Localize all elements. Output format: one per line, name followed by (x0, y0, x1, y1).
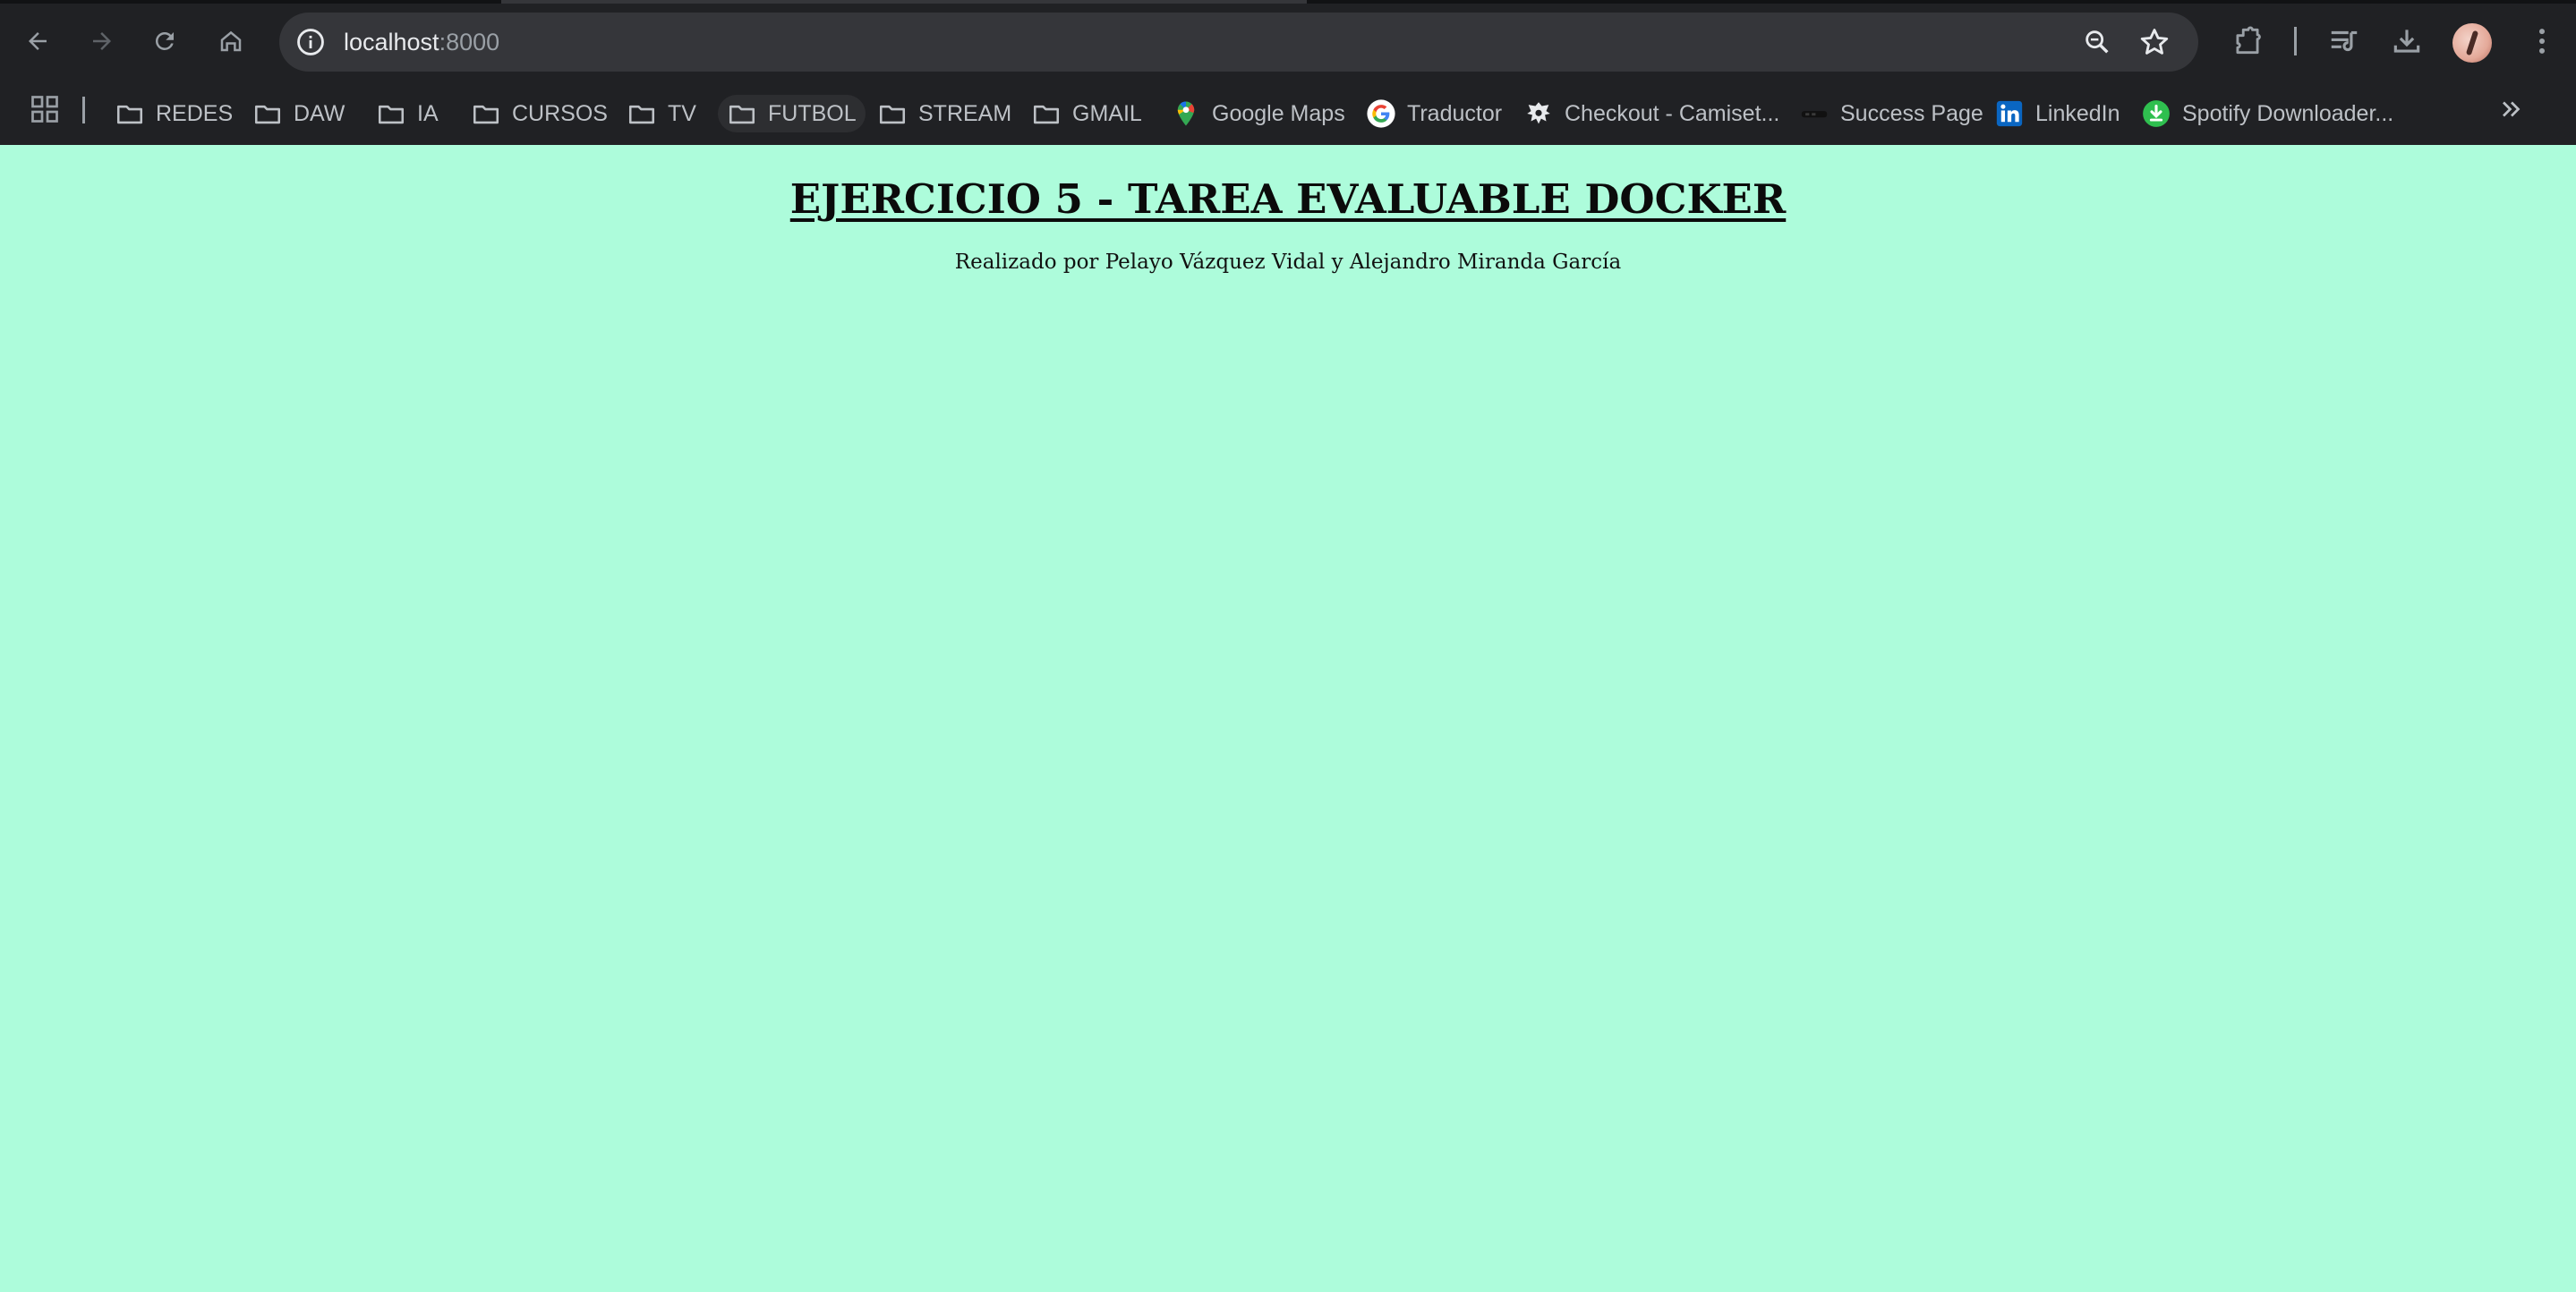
bookmark-spotify-downloader[interactable]: Spotify Downloader... (2141, 95, 2393, 132)
bookmark-label: LinkedIn (2035, 100, 2120, 126)
bookmark-label: Success Page (1840, 100, 1983, 126)
bookmark-success-page[interactable]: Success Page (1799, 95, 1983, 132)
crest-icon (1527, 102, 1550, 124)
active-tab-indicator[interactable] (501, 0, 1307, 4)
reload-button[interactable] (141, 18, 188, 64)
chevron-double-right-icon[interactable] (2495, 93, 2528, 125)
bookmark-folder-futbol[interactable]: FUTBOL (718, 95, 866, 132)
linkedin-icon (1996, 100, 2023, 127)
bookmark-label: Google Maps (1212, 100, 1345, 126)
bookmark-label: Checkout - Camiset... (1565, 100, 1780, 126)
site-logo-icon (1801, 111, 1828, 118)
bookmark-folder-ia[interactable]: IA (376, 95, 439, 132)
home-button[interactable] (208, 18, 254, 64)
bookmark-checkout-camiseta[interactable]: Checkout - Camiset... (1523, 95, 1779, 132)
site-info-icon[interactable] (295, 27, 326, 57)
tab-strip (0, 0, 2576, 4)
folder-icon (116, 105, 143, 124)
bookmark-label: FUTBOL (768, 100, 857, 126)
home-icon (220, 30, 242, 52)
bookmarks-separator (82, 97, 85, 123)
browser-toolbar: localhost:8000 (0, 0, 2576, 82)
bookmark-star-icon[interactable] (2137, 25, 2171, 59)
bookmark-label: REDES (156, 100, 234, 126)
address-bar[interactable]: localhost:8000 (279, 13, 2198, 72)
download-icon[interactable] (2390, 24, 2424, 58)
bookmark-folder-daw[interactable]: DAW (252, 95, 345, 132)
folder-icon (473, 105, 499, 124)
bookmark-label: DAW (294, 100, 345, 126)
bookmark-folder-tv[interactable]: TV (627, 95, 696, 132)
url-port: :8000 (439, 29, 500, 55)
bookmark-label: Traductor (1407, 100, 1503, 126)
bookmark-label: Spotify Downloader... (2182, 100, 2394, 126)
folder-icon (879, 105, 906, 124)
forward-button[interactable] (79, 18, 125, 64)
back-arrow-icon (29, 32, 47, 50)
kebab-menu-icon[interactable] (2524, 23, 2560, 59)
folder-icon (1033, 105, 1060, 124)
bookmark-label: STREAM (918, 100, 1012, 126)
bookmark-traductor[interactable]: Traductor (1366, 95, 1502, 132)
avatar-image (2465, 30, 2479, 56)
folder-icon (254, 105, 281, 124)
forward-arrow-icon (93, 32, 111, 50)
back-button[interactable] (14, 18, 61, 64)
url-text[interactable]: localhost:8000 (344, 29, 499, 55)
zoom-icon[interactable] (2082, 27, 2112, 57)
bookmark-folder-gmail[interactable]: GMAIL (1031, 95, 1142, 132)
bookmark-folder-stream[interactable]: STREAM (877, 95, 1011, 132)
extensions-icon[interactable] (2231, 24, 2265, 58)
folder-icon (378, 105, 405, 124)
bookmark-label: TV (668, 100, 696, 126)
page-viewport: EJERCICIO 5 - TAREA EVALUABLE DOCKER Rea… (0, 145, 2576, 1292)
bookmark-linkedin[interactable]: LinkedIn (1994, 95, 2120, 132)
url-host: localhost (344, 29, 439, 55)
bookmark-label: GMAIL (1072, 100, 1142, 126)
download-circle-icon (2143, 100, 2170, 127)
google-icon (1367, 99, 1395, 128)
bookmark-google-maps[interactable]: Google Maps (1171, 95, 1345, 132)
profile-avatar[interactable] (2452, 23, 2492, 63)
reload-icon (155, 31, 174, 50)
google-maps-icon (1177, 101, 1195, 126)
page-subtitle: Realizado por Pelayo Vázquez Vidal y Ale… (954, 251, 1622, 274)
toolbar-separator (2294, 27, 2297, 55)
bookmark-folder-redes[interactable]: REDES (115, 95, 233, 132)
media-queue-icon[interactable] (2327, 24, 2361, 58)
folder-icon (628, 105, 655, 124)
bookmark-folder-cursos[interactable]: CURSOS (471, 95, 608, 132)
folder-icon (729, 105, 755, 124)
page-title: EJERCICIO 5 - TAREA EVALUABLE DOCKER (789, 175, 1787, 223)
bookmark-label: IA (417, 100, 439, 126)
apps-grid-icon[interactable] (29, 93, 61, 125)
bookmark-label: CURSOS (512, 100, 608, 126)
